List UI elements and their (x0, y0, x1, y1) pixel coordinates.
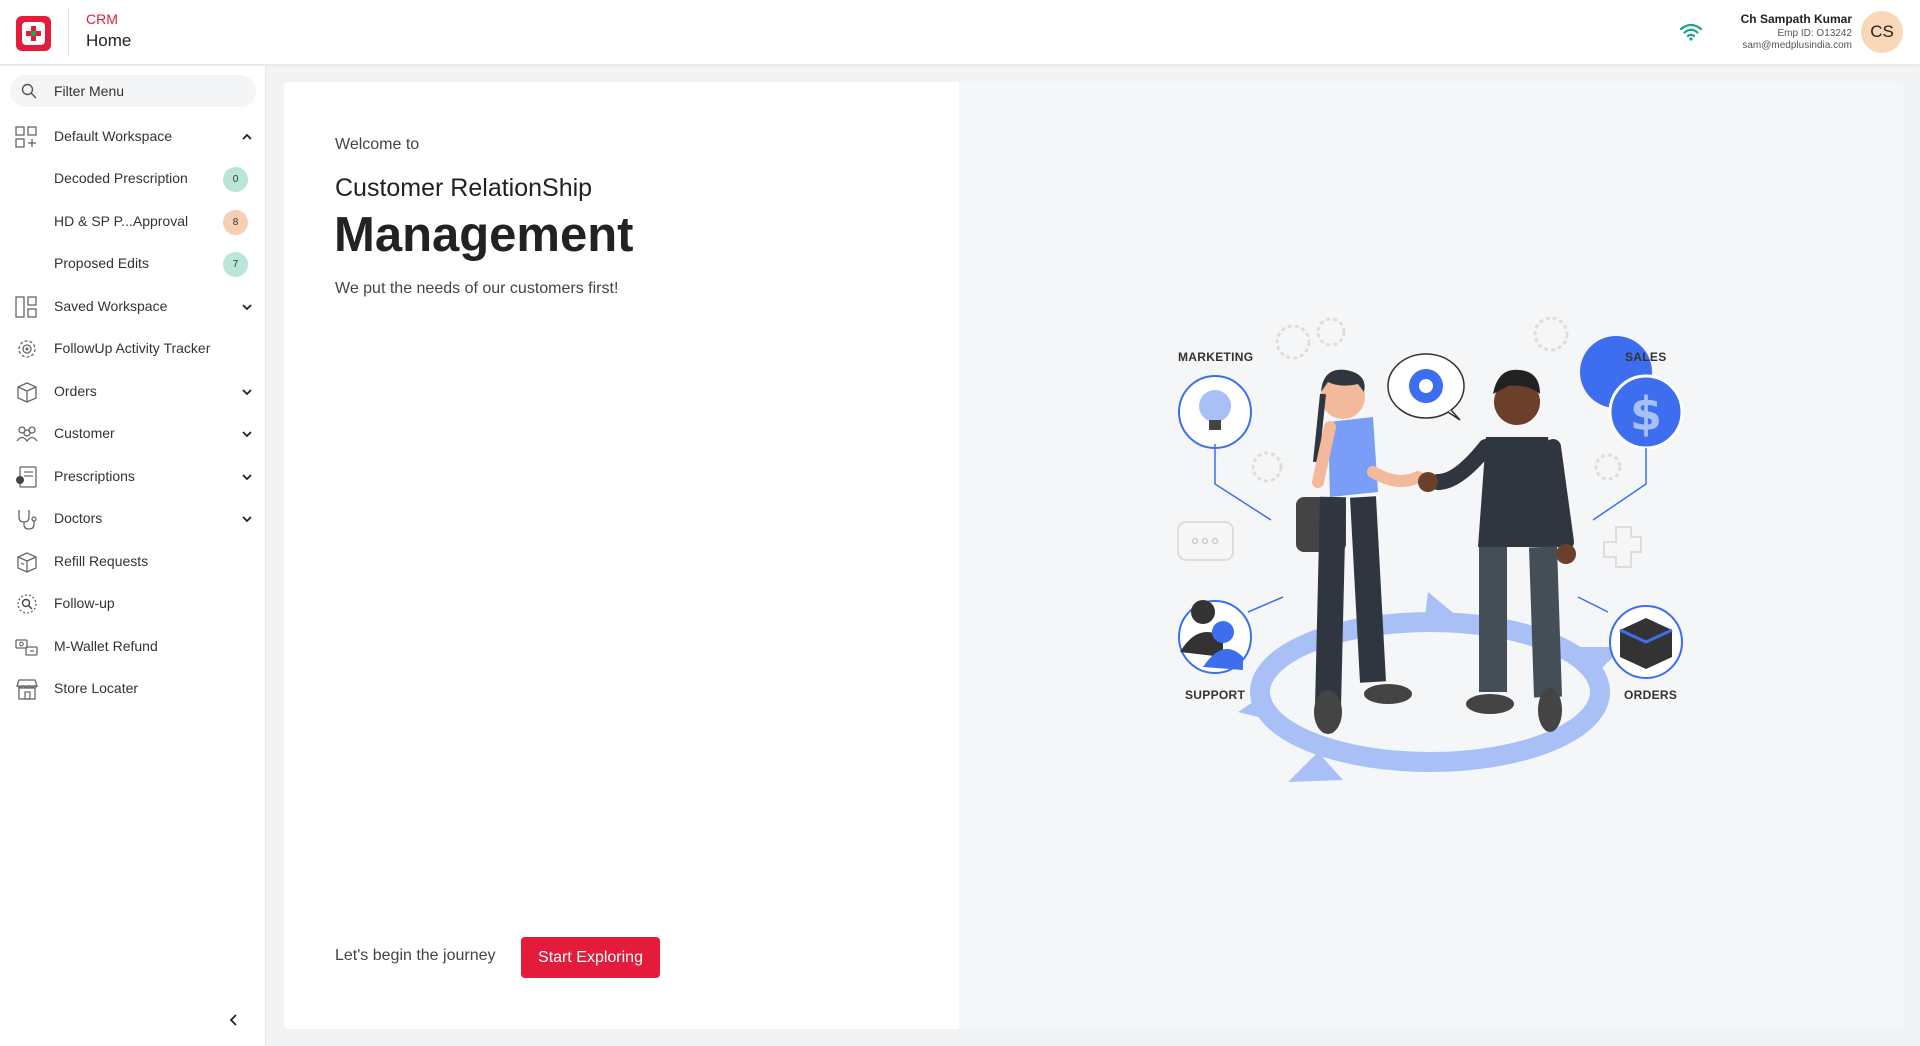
sidebar-item-label: M-Wallet Refund (54, 638, 158, 654)
label-orders: ORDERS (1624, 688, 1678, 702)
medplus-logo-icon[interactable] (16, 16, 51, 51)
sidebar-item-orders[interactable]: Orders (0, 371, 266, 413)
filter-menu-box (10, 75, 256, 107)
sidebar: Default Workspace Decoded Prescription 0… (0, 66, 266, 1046)
user-email: sam@medplusindia.com (1742, 40, 1852, 51)
chevron-down-icon[interactable] (240, 300, 254, 314)
sidebar-item-label: Store Locater (54, 680, 139, 696)
workspace-grid-icon (15, 126, 37, 148)
top-header: CRM Home Ch Sampath Kumar Emp ID: O13242… (0, 0, 1920, 65)
activity-tracker-icon (18, 340, 36, 358)
saved-workspace-icon (15, 296, 37, 318)
crm-title: Customer RelationShip (335, 174, 593, 202)
sidebar-item-label: Saved Workspace (54, 298, 168, 314)
page-title: Home (86, 31, 132, 50)
handshake-illustration: $ (1177, 316, 1684, 782)
search-icon (21, 83, 37, 99)
sidebar-item-mwallet-refund[interactable]: M-Wallet Refund (0, 626, 266, 668)
user-avatar[interactable]: CS (1861, 11, 1903, 53)
sidebar-item-customer[interactable]: Customer (0, 413, 266, 455)
sidebar-item-label: Refill Requests (54, 553, 149, 569)
sidebar-item-follow-up[interactable]: Follow-up (0, 583, 266, 625)
sidebar-item-label: FollowUp Activity Tracker (54, 340, 211, 356)
user-name: Ch Sampath Kumar (1740, 12, 1852, 26)
chevron-down-icon[interactable] (240, 512, 254, 526)
wifi-icon (1680, 23, 1702, 41)
prescription-document-icon (16, 466, 37, 488)
customers-group-icon (16, 426, 38, 443)
sidebar-item-label: Decoded Prescription (54, 170, 188, 186)
chevron-down-icon[interactable] (240, 385, 254, 399)
welcome-text: Welcome to (335, 136, 420, 153)
sidebar-item-label: Proposed Edits (54, 255, 149, 271)
store-icon (16, 679, 38, 700)
sidebar-subitem-decoded-prescription[interactable]: Decoded Prescription 0 (0, 158, 266, 200)
count-badge: 7 (223, 252, 248, 277)
sidebar-item-doctors[interactable]: Doctors (0, 498, 266, 540)
collapse-sidebar-icon[interactable] (226, 1012, 242, 1028)
refill-box-icon (17, 552, 37, 573)
label-sales: SALES (1625, 350, 1667, 364)
sidebar-item-label: Follow-up (54, 595, 115, 611)
start-exploring-button[interactable]: Start Exploring (521, 937, 660, 978)
svg-text:$: $ (1630, 387, 1662, 441)
stethoscope-icon (18, 510, 37, 530)
wallet-refund-icon (15, 639, 38, 656)
sidebar-item-label: Orders (54, 383, 97, 399)
sidebar-item-label: HD & SP P...Approval (54, 213, 189, 229)
sidebar-item-followup-tracker[interactable]: FollowUp Activity Tracker (0, 328, 266, 370)
sidebar-item-label: Doctors (54, 510, 103, 526)
user-emp-id: Emp ID: O13242 (1777, 28, 1852, 39)
orders-box-icon (17, 382, 37, 403)
label-support: SUPPORT (1185, 688, 1246, 702)
tagline: We put the needs of our customers first! (335, 280, 619, 297)
chevron-up-icon[interactable] (240, 130, 254, 144)
journey-text: Let's begin the journey (335, 947, 496, 964)
crm-illustration: $ MARKETING SALES SUPPORT ORDERS (1168, 312, 1698, 800)
sidebar-subitem-proposed-edits[interactable]: Proposed Edits 7 (0, 243, 266, 285)
management-heading: Management (334, 208, 634, 262)
sidebar-item-label: Customer (54, 425, 115, 441)
header-divider (68, 8, 69, 56)
chevron-down-icon[interactable] (240, 470, 254, 484)
count-badge: 0 (223, 167, 248, 192)
label-marketing: MARKETING (1178, 350, 1254, 364)
count-badge: 8 (223, 210, 248, 235)
chevron-down-icon[interactable] (240, 427, 254, 441)
sidebar-item-default-workspace[interactable]: Default Workspace (0, 116, 266, 158)
sidebar-item-prescriptions[interactable]: Prescriptions (0, 456, 266, 498)
sidebar-item-saved-workspace[interactable]: Saved Workspace (0, 286, 266, 328)
sidebar-item-label: Prescriptions (54, 468, 135, 484)
follow-up-icon (17, 594, 37, 614)
sidebar-item-store-locater[interactable]: Store Locater (0, 668, 266, 710)
sidebar-subitem-hd-sp-approval[interactable]: HD & SP P...Approval 8 (0, 201, 266, 243)
sidebar-item-label: Default Workspace (54, 128, 173, 144)
filter-menu-input[interactable] (54, 79, 249, 103)
sidebar-item-refill-requests[interactable]: Refill Requests (0, 541, 266, 583)
app-name: CRM (86, 11, 118, 27)
